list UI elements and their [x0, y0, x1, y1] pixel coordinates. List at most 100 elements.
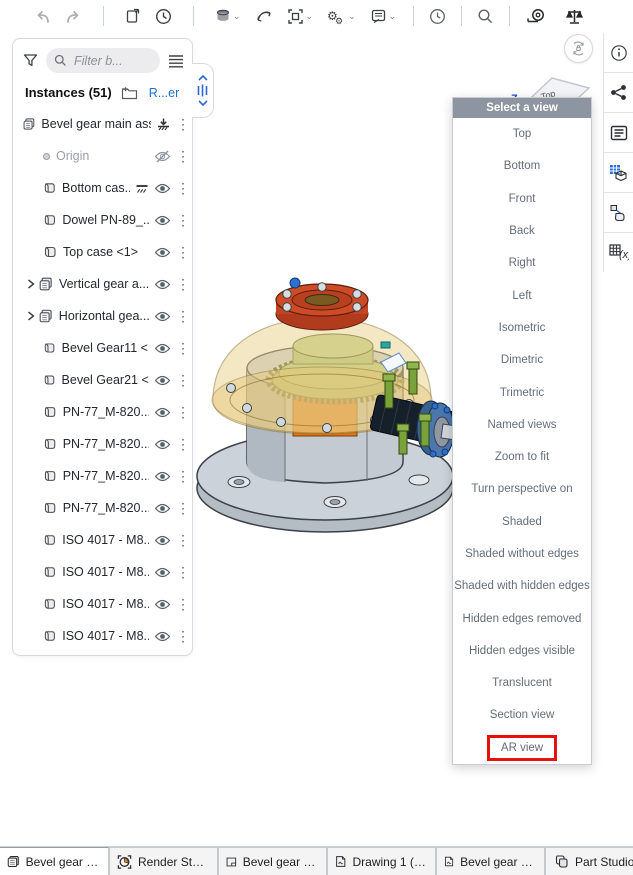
variables-button[interactable]: (x) [604, 233, 633, 272]
document-tab[interactable]: Drawing 1 (9).pdf [327, 847, 436, 875]
document-tab[interactable]: Part Studio 1 [545, 847, 633, 875]
kebab-menu-icon[interactable]: ⋮ [176, 148, 186, 165]
eye-icon[interactable] [154, 599, 171, 610]
eye-icon[interactable] [154, 471, 171, 482]
filter-funnel-icon[interactable] [23, 53, 38, 68]
kebab-menu-icon[interactable]: ⋮ [176, 500, 186, 517]
kebab-menu-icon[interactable]: ⋮ [176, 244, 186, 261]
view-menu-item[interactable]: Hidden edges visible [453, 635, 591, 667]
search-button[interactable] [469, 8, 502, 25]
chevron-down-icon[interactable] [198, 100, 208, 106]
view-menu-item[interactable]: Hidden edges removed [453, 602, 591, 634]
instance-row[interactable]: ISO 4017 - M8... ⋮ [13, 556, 192, 588]
instance-row[interactable]: Top case <1> ⋮ [13, 236, 192, 268]
redo-button[interactable] [65, 9, 82, 24]
eye-slash-icon[interactable] [154, 150, 171, 163]
expand-chevron-icon[interactable] [27, 311, 35, 321]
comments-button[interactable] [604, 113, 633, 152]
mass-properties-button[interactable] [556, 8, 593, 25]
instance-row[interactable]: Bevel gear main ass... ⋮ [13, 108, 192, 140]
appearance-button[interactable]: ⌄ [370, 8, 397, 25]
transform-button[interactable]: ⌄ [287, 8, 314, 25]
document-tab[interactable]: Bevel gear mai... [0, 847, 109, 875]
document-tab[interactable]: Render Studio [109, 847, 218, 875]
instance-row[interactable]: PN-77_M-820... ⋮ [13, 428, 192, 460]
view-menu-item[interactable]: Shaded with hidden edges [453, 570, 591, 602]
view-menu-item[interactable]: Back [453, 215, 591, 247]
instance-row[interactable]: Bottom cas... ⋮ [13, 172, 192, 204]
instance-row[interactable]: Dowel PN-89_... ⋮ [13, 204, 192, 236]
kebab-menu-icon[interactable]: ⋮ [176, 596, 186, 613]
instance-row[interactable]: Bevel Gear11 <... ⋮ [13, 332, 192, 364]
view-menu-item[interactable]: Right [453, 247, 591, 279]
kebab-menu-icon[interactable]: ⋮ [176, 308, 186, 325]
view-menu-item[interactable]: Translucent [453, 667, 591, 699]
measure-button[interactable] [517, 8, 556, 24]
edit-features-button[interactable]: ⚙⚙ ⌄ [327, 8, 356, 25]
view-rotation-lock-button[interactable] [564, 34, 593, 63]
view-menu-item[interactable]: Left [453, 279, 591, 311]
eye-icon[interactable] [154, 535, 171, 546]
derived-part-button[interactable] [604, 193, 633, 232]
eye-icon[interactable] [154, 503, 171, 514]
info-button[interactable] [604, 33, 633, 72]
expand-chevron-icon[interactable] [27, 279, 35, 289]
kebab-menu-icon[interactable]: ⋮ [176, 212, 186, 229]
instance-row[interactable]: ISO 4017 - M8... ⋮ [13, 620, 192, 652]
chevron-up-icon[interactable] [198, 75, 208, 81]
eye-icon[interactable] [154, 247, 171, 258]
kebab-menu-icon[interactable]: ⋮ [176, 628, 186, 645]
add-folder-icon[interactable] [121, 86, 138, 100]
kebab-menu-icon[interactable]: ⋮ [176, 404, 186, 421]
eye-icon[interactable] [154, 311, 171, 322]
kebab-menu-icon[interactable]: ⋮ [176, 564, 186, 581]
versions-history-button[interactable] [155, 8, 172, 25]
view-menu-item[interactable]: Named views [453, 409, 591, 441]
view-menu-item[interactable]: Bottom [453, 150, 591, 182]
instance-row[interactable]: Horizontal gea... ⋮ [13, 300, 192, 332]
bom-button[interactable] [604, 153, 633, 192]
instance-row[interactable]: Vertical gear a... ⋮ [13, 268, 192, 300]
undo-button[interactable] [34, 9, 51, 24]
kebab-menu-icon[interactable]: ⋮ [176, 276, 186, 293]
named-positions-button[interactable] [255, 8, 273, 24]
instance-row[interactable]: ISO 4017 - M8... ⋮ [13, 524, 192, 556]
instance-row[interactable]: PN-77_M-820... ⋮ [13, 492, 192, 524]
instance-row[interactable]: Bevel Gear21 <... ⋮ [13, 364, 192, 396]
kebab-menu-icon[interactable]: ⋮ [176, 436, 186, 453]
instance-row[interactable]: PN-77_M-820... ⋮ [13, 396, 192, 428]
view-menu-item[interactable]: Top [453, 118, 591, 150]
bevel-gear-assembly-model[interactable] [185, 250, 475, 540]
view-menu-item[interactable]: Trimetric [453, 376, 591, 408]
display-states-button[interactable]: ⌄ [215, 8, 241, 24]
document-tab[interactable]: Bevel gear main a... [218, 847, 327, 875]
panel-collapse-handle[interactable] [192, 63, 214, 118]
eye-icon[interactable] [154, 631, 171, 642]
view-menu-item[interactable]: AR view [453, 732, 591, 764]
share-button[interactable] [604, 73, 633, 112]
instance-row[interactable]: Origin ⋮ [13, 140, 192, 172]
kebab-menu-icon[interactable]: ⋮ [176, 180, 186, 197]
eye-icon[interactable] [154, 215, 171, 226]
view-menu-item[interactable]: Shaded [453, 506, 591, 538]
filter-input-box[interactable] [46, 48, 160, 73]
copy-document-button[interactable] [125, 8, 141, 24]
view-menu-item[interactable]: Zoom to fit [453, 441, 591, 473]
view-menu-item[interactable]: Turn perspective on [453, 473, 591, 505]
view-menu-item[interactable]: Isometric [453, 312, 591, 344]
eye-icon[interactable] [154, 439, 171, 450]
view-menu-item[interactable]: Section view [453, 699, 591, 731]
reorder-link[interactable]: R...er [149, 86, 180, 100]
kebab-menu-icon[interactable]: ⋮ [176, 372, 186, 389]
eye-icon[interactable] [154, 279, 171, 290]
eye-icon[interactable] [154, 375, 171, 386]
kebab-menu-icon[interactable]: ⋮ [176, 116, 186, 133]
eye-icon[interactable] [154, 343, 171, 354]
view-menu-item[interactable]: Shaded without edges [453, 538, 591, 570]
view-menu-item[interactable]: Dimetric [453, 344, 591, 376]
eye-icon[interactable] [154, 183, 171, 194]
instance-row[interactable]: ISO 4017 - M8... ⋮ [13, 588, 192, 620]
eye-icon[interactable] [154, 407, 171, 418]
eye-icon[interactable] [154, 567, 171, 578]
kebab-menu-icon[interactable]: ⋮ [176, 468, 186, 485]
